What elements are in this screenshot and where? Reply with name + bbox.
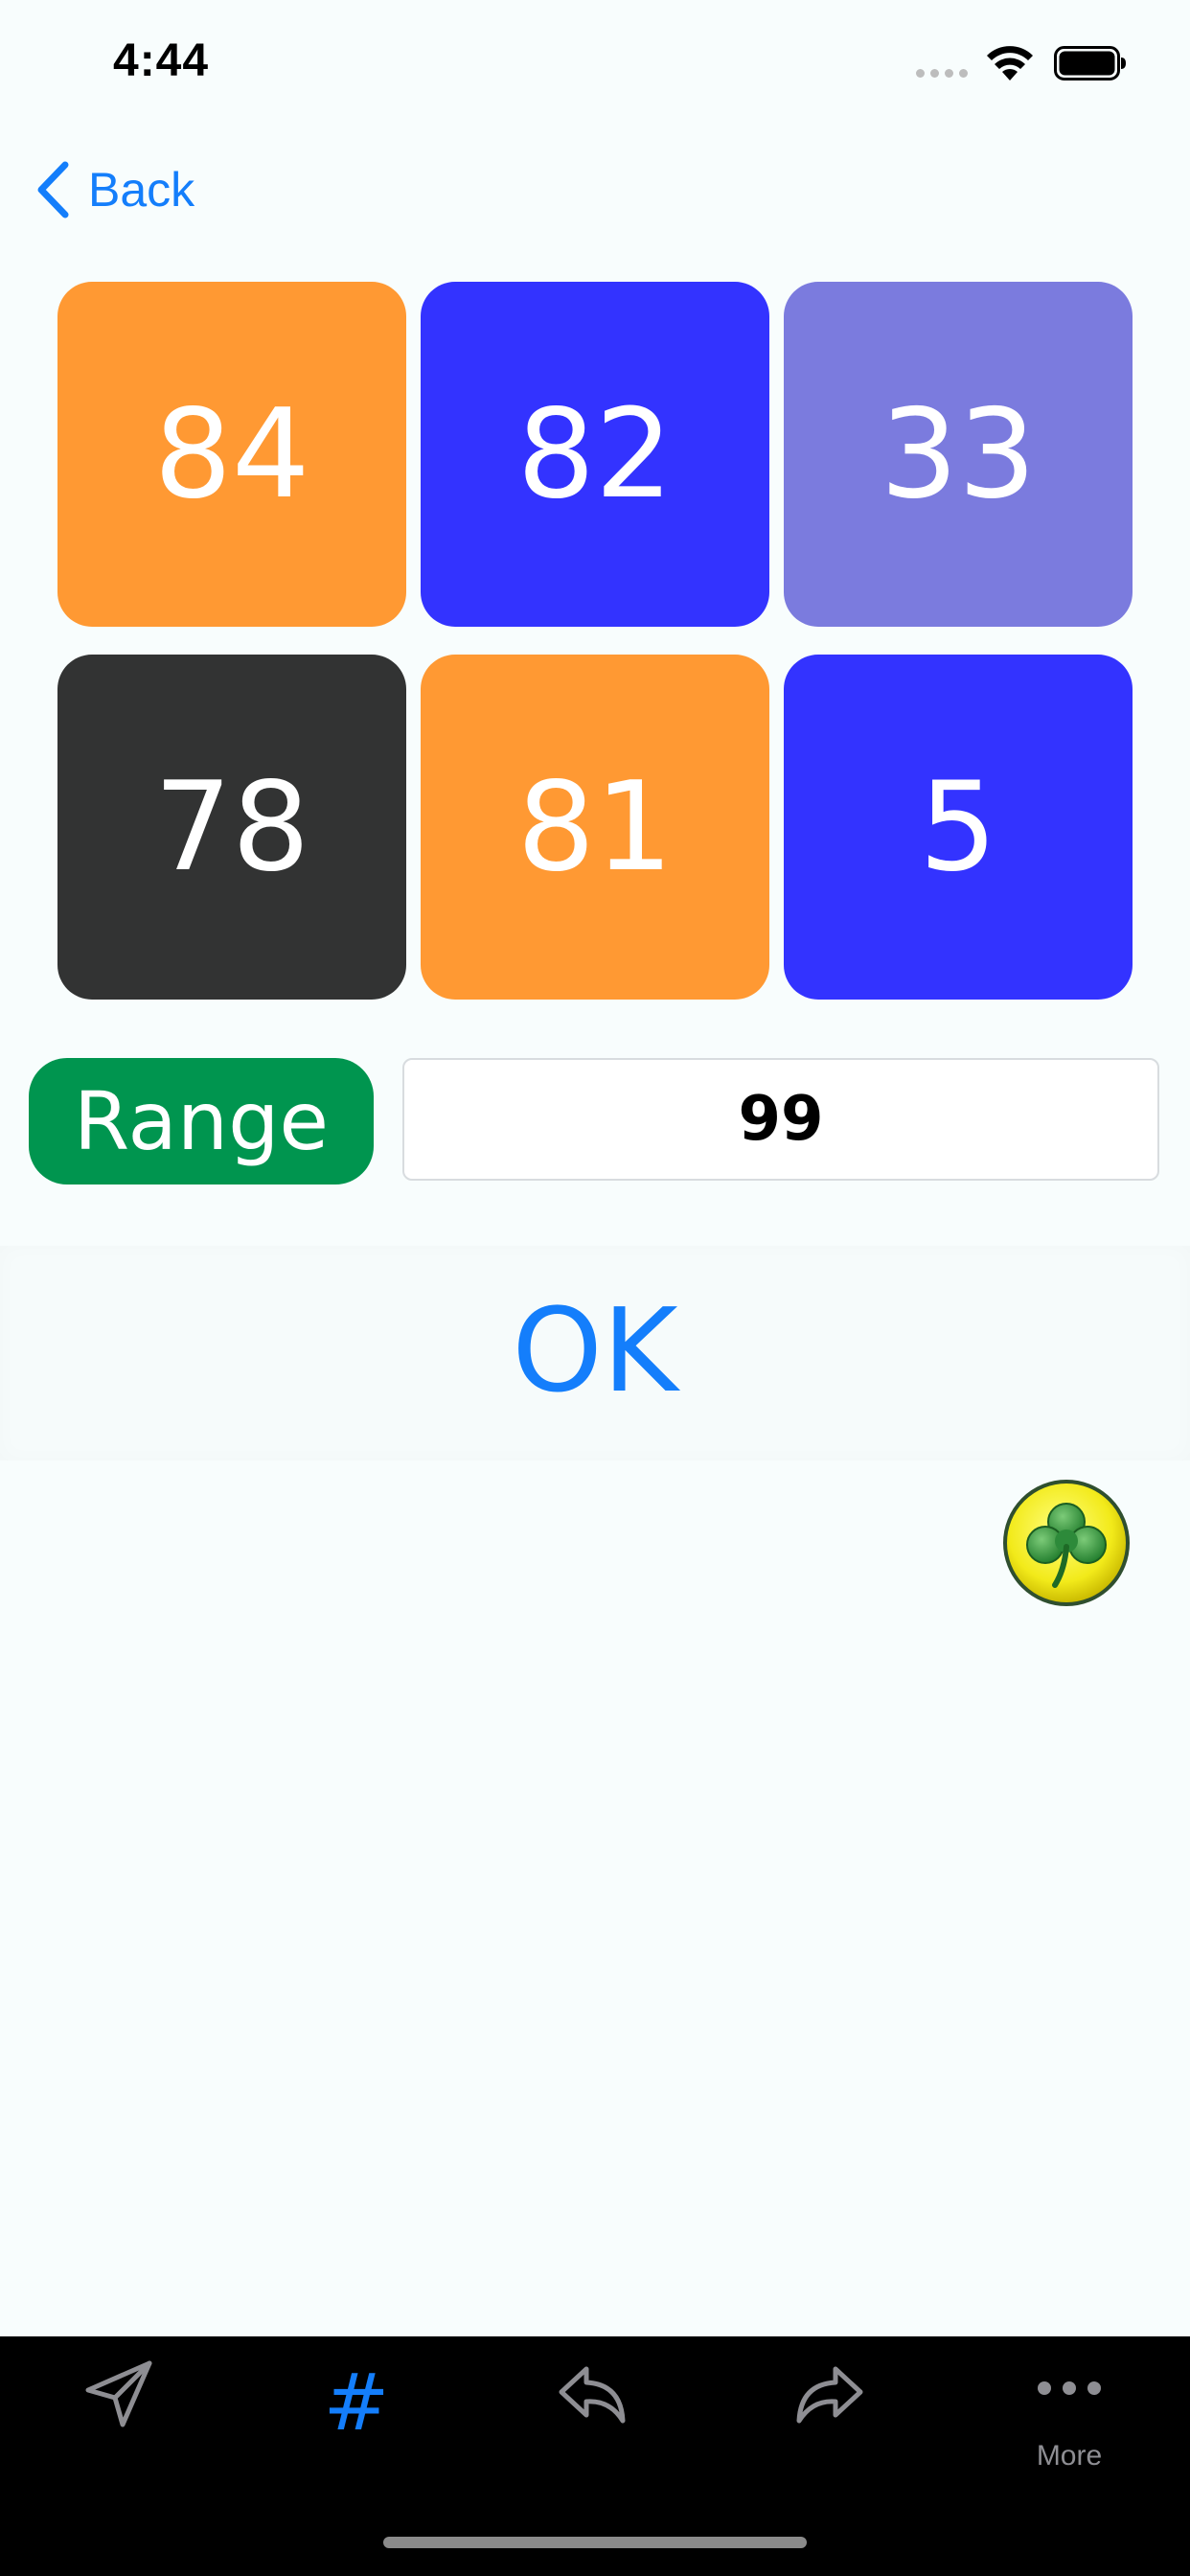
tile-value: 33 — [880, 382, 1037, 526]
send-icon — [85, 2360, 152, 2427]
range-input[interactable] — [402, 1058, 1159, 1181]
number-tile[interactable]: 81 — [421, 655, 769, 1000]
tab-more[interactable]: More — [950, 2336, 1188, 2499]
tab-more-label: More — [1036, 2440, 1103, 2472]
tile-value: 81 — [516, 755, 674, 899]
ok-button[interactable]: OK — [451, 1265, 739, 1438]
home-indicator — [383, 2537, 807, 2548]
ok-button-label: OK — [512, 1284, 678, 1418]
tab-reply[interactable] — [475, 2336, 713, 2499]
shamrock-icon[interactable] — [1001, 1478, 1132, 1608]
number-tile[interactable]: 78 — [57, 655, 406, 1000]
tile-value: 82 — [516, 382, 674, 526]
tab-hashtag[interactable]: # — [238, 2336, 475, 2499]
number-tile[interactable]: 82 — [421, 282, 769, 627]
reply-icon — [559, 2366, 626, 2424]
tile-value: 78 — [153, 755, 310, 899]
range-button-label: Range — [73, 1074, 330, 1168]
back-label: Back — [88, 163, 195, 217]
more-icon — [1038, 2381, 1101, 2395]
number-tile[interactable]: 5 — [784, 655, 1133, 1000]
back-button[interactable]: Back — [34, 153, 195, 226]
chevron-left-icon — [37, 161, 69, 218]
tab-send[interactable] — [0, 2336, 238, 2499]
tile-value: 5 — [919, 755, 997, 899]
number-tile[interactable]: 33 — [784, 282, 1133, 627]
tile-value: 84 — [153, 382, 310, 526]
forward-icon — [796, 2366, 863, 2424]
cellular-signal-icon — [916, 69, 968, 78]
battery-icon — [1054, 46, 1126, 80]
range-button[interactable]: Range — [29, 1058, 374, 1184]
hashtag-icon: # — [323, 2358, 390, 2449]
wifi-icon — [987, 46, 1033, 80]
tab-forward[interactable] — [713, 2336, 950, 2499]
number-tile[interactable]: 84 — [57, 282, 406, 627]
status-time: 4:44 — [113, 35, 210, 86]
status-bar: 4:44 — [0, 0, 1190, 134]
